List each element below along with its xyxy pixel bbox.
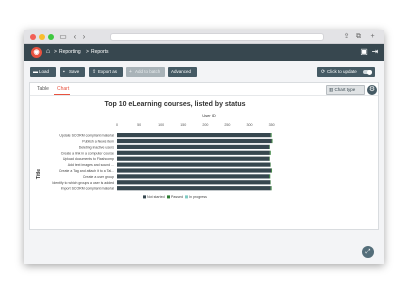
maximize-window-icon[interactable] — [48, 34, 54, 40]
breadcrumb-separator: > — [86, 49, 89, 55]
chart-type-button[interactable]: ▥ Chart type — [326, 85, 365, 95]
app-logo[interactable]: ◉ — [31, 47, 42, 58]
tabs-icon[interactable]: ⧉ — [354, 32, 363, 41]
legend-swatch — [143, 195, 146, 199]
x-axis-label: User ID — [202, 113, 216, 118]
browser-window: ▭ ‹ › ⇪ ⧉ + ◉ ⌂ > Reporting > Reports ▣ … — [24, 30, 384, 264]
y-category-label: Publish a News item — [82, 140, 114, 144]
y-category-label: Deleting inactive users — [79, 145, 114, 149]
bar-not-started — [117, 174, 270, 179]
bar-not-started — [117, 144, 270, 149]
legend-swatch — [185, 195, 188, 199]
add-to-batch-button[interactable]: + Add to batch — [126, 67, 165, 77]
sidebar-icon[interactable]: ▭ — [58, 32, 68, 41]
new-window-icon[interactable]: + — [368, 32, 377, 41]
advanced-label: Advanced — [171, 69, 192, 74]
y-category-label: Create a user group — [83, 175, 114, 179]
load-label: Load — [39, 69, 50, 74]
y-axis-label: Title — [36, 169, 42, 179]
legend-label: Not started — [147, 195, 165, 199]
bar-passed — [269, 150, 271, 155]
y-category-label: Upload documents to Flashcomp — [63, 157, 114, 161]
bar-not-started — [117, 180, 271, 185]
bar-passed — [271, 168, 273, 173]
y-category-label: Identify to which groups a user is added — [52, 181, 114, 185]
tabs-divider — [30, 95, 378, 96]
tab-table[interactable]: Table — [37, 86, 49, 92]
x-tick-label: 350 — [269, 123, 275, 127]
bar-not-started — [117, 150, 270, 155]
click-to-update-label: Click to update — [327, 69, 357, 74]
x-tick-label: 0 — [116, 123, 118, 127]
x-tick-label: 250 — [224, 123, 230, 127]
chart-type-label: Chart type — [334, 87, 356, 92]
legend-label: In progress — [189, 195, 207, 199]
legend-label: Passed — [171, 195, 183, 199]
y-category-label: Update SCORM compliant material — [59, 134, 114, 138]
refresh-icon: ⟳ — [321, 69, 326, 75]
browser-chrome: ▭ ‹ › ⇪ ⧉ + — [24, 30, 384, 44]
chat-icon[interactable]: ▣ — [359, 47, 369, 57]
bar-chart: Top 10 eLearning courses, listed by stat… — [36, 101, 275, 199]
bar-passed — [269, 174, 271, 179]
home-icon[interactable]: ⌂ — [43, 47, 53, 57]
save-button[interactable]: ▪ Save — [60, 67, 85, 77]
x-tick-label: 150 — [180, 123, 186, 127]
report-panel: Table Chart ▥ Chart type ⚙ Top 10 eLearn… — [29, 82, 379, 230]
share-icon[interactable]: ⇪ — [342, 32, 351, 41]
load-button[interactable]: ▬Load — [30, 67, 56, 77]
x-tick-label: 100 — [158, 123, 164, 127]
export-label: Export as — [98, 69, 118, 74]
click-to-update-toggle[interactable]: ⟳ Click to update — [317, 67, 375, 77]
bar-passed — [270, 186, 272, 191]
bar-not-started — [117, 162, 271, 167]
logout-icon[interactable]: ⇥ — [370, 47, 380, 57]
forward-icon[interactable]: › — [79, 32, 89, 41]
bar-not-started — [117, 186, 271, 191]
bar-not-started — [117, 168, 272, 173]
bar-not-started — [117, 156, 270, 161]
x-tick-label: 50 — [137, 123, 141, 127]
close-window-icon[interactable] — [30, 34, 36, 40]
y-category-label: Import SCORM compliant material — [61, 187, 115, 191]
export-button[interactable]: ⇪ Export as — [89, 67, 123, 77]
bar-passed — [271, 138, 273, 144]
breadcrumb-separator: > — [54, 49, 57, 55]
app-header: ◉ ⌂ > Reporting > Reports ▣ ⇥ — [24, 44, 384, 61]
report-toolbar: ▬Load ▪ Save ⇪ Export as + Add to batch Adv… — [24, 61, 384, 82]
breadcrumb-reporting[interactable]: Reporting — [59, 49, 81, 55]
update-switch[interactable] — [363, 69, 372, 75]
address-bar[interactable] — [110, 33, 324, 41]
save-label: Save — [69, 69, 80, 74]
bar-passed — [270, 133, 272, 138]
y-category-label: Create a link in a computer course — [61, 151, 114, 155]
expand-icon[interactable]: ⤢ — [362, 246, 374, 258]
y-category-label: Create a Tag and attach it to a Tal... — [59, 169, 114, 173]
gear-icon[interactable]: ⚙ — [367, 85, 377, 95]
advanced-button[interactable]: Advanced — [168, 67, 197, 77]
add-to-batch-label: Add to batch — [135, 69, 161, 74]
bar-not-started — [117, 138, 272, 144]
x-tick-label: 300 — [247, 123, 253, 127]
y-category-label: Add text images and sound ... — [68, 163, 114, 167]
legend-swatch — [167, 195, 170, 199]
tab-chart[interactable]: Chart — [57, 86, 69, 92]
bar-not-started — [117, 133, 271, 138]
minimize-window-icon[interactable] — [39, 34, 45, 40]
breadcrumb-reports[interactable]: Reports — [91, 49, 109, 55]
chart-title: Top 10 eLearning courses, listed by stat… — [104, 101, 245, 108]
x-tick-label: 200 — [202, 123, 208, 127]
